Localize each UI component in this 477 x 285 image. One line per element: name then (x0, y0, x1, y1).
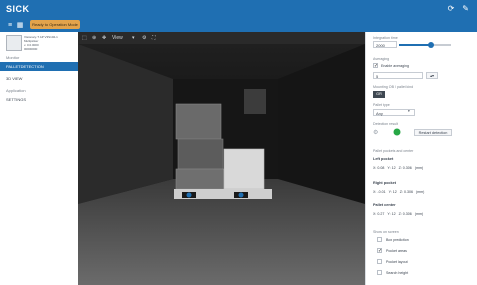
pallet-center-x: X: 0.27 (373, 212, 385, 216)
left-pocket-title: Left pocket (373, 157, 394, 161)
enable-averaging-checkbox[interactable]: ✓ (373, 63, 378, 69)
averaging-label: Averaging (373, 57, 390, 61)
gear-icon[interactable]: ⚙ (373, 129, 378, 136)
enable-averaging-label: Enable averaging (381, 64, 409, 68)
pallet-center-z: Z: 0.306 (398, 212, 412, 216)
pocket-areas-label: Pocket areas (386, 249, 407, 253)
mounting-label: Mounting OB / pallet kind (373, 85, 414, 89)
pallet-center-unit: (mm) (414, 212, 424, 216)
pocket-label: Pallet pockets and center (373, 149, 414, 153)
sick-logo: SICK (6, 4, 30, 14)
settings-icon[interactable]: ⚙ (142, 35, 146, 41)
pallet-center-title: Pallet center (373, 203, 396, 207)
grid-icon[interactable]: ▦ (16, 22, 24, 30)
pocket-layout-checkbox[interactable] (377, 259, 382, 264)
integration-label: Integration time (373, 36, 398, 40)
move-icon[interactable]: ✥ (102, 35, 106, 41)
camera-toolbar: ⬚ ⊕ ✥ View ▾ ⚙ ⛶ (78, 32, 365, 44)
chevron-down-icon[interactable]: ▾ (408, 109, 410, 113)
camera-view[interactable]: ⬚ ⊕ ✥ View ▾ ⚙ ⛶ (78, 32, 365, 285)
device-info: Visionary-T AP V3S102-1 Multipicker v. 0… (6, 35, 72, 51)
ready-mode-button[interactable]: Ready to Operation Mode (30, 20, 80, 29)
left-pocket-y: Y: 12 (387, 166, 396, 170)
nav-settings[interactable]: SETTINGS (0, 95, 78, 104)
left-pocket-x: X: 0.08 (373, 166, 385, 170)
select-icon[interactable]: ⬚ (82, 35, 87, 41)
left-pocket-z: Z: 0.306 (398, 166, 412, 170)
edit-icon[interactable]: ✎ (462, 5, 469, 13)
averaging-stepper[interactable]: ▴▾ (426, 72, 438, 79)
right-pocket-z: Z: 0.306 (399, 190, 413, 194)
right-pocket-title: Right pocket (373, 181, 396, 185)
pallet-center-coords: X: 0.27 Y: 12 Z: 0.306 (mm) (373, 212, 423, 216)
pallet-center-y: Y: 12 (387, 212, 396, 216)
show-label: Show on screen (373, 230, 399, 234)
chevron-down-icon[interactable]: ▾ (132, 35, 135, 41)
left-pocket-coords: X: 0.08 Y: 12 Z: 0.306 (mm) (373, 166, 423, 170)
mounting-value[interactable]: GR (373, 91, 385, 98)
pocket-layout-label: Pocket layout (386, 260, 408, 264)
nav-3d-view[interactable]: 3D VIEW (0, 74, 78, 83)
top-icons: ⟳ ✎ (448, 5, 469, 13)
device-image (6, 35, 22, 51)
view-dropdown[interactable]: View (112, 35, 123, 41)
integration-input[interactable]: 2000 (373, 41, 397, 48)
detection-label: Detection result (373, 122, 398, 126)
pallet-type-label: Pallet type (373, 103, 390, 107)
status-led-icon (393, 128, 401, 136)
right-pocket-unit: (mm) (415, 190, 425, 194)
integration-slider-knob[interactable] (428, 42, 434, 48)
pocket-areas-checkbox[interactable]: ✓ (377, 248, 382, 254)
section-application: Application (6, 88, 26, 93)
top-bar (0, 0, 477, 20)
nav-palletdetection[interactable]: PALLETDETECTION (0, 62, 78, 71)
zoom-icon[interactable]: ⊕ (92, 35, 96, 41)
search-height-checkbox[interactable] (377, 270, 382, 275)
restart-detection-button[interactable]: Restart detection (414, 129, 452, 136)
integration-slider-fill (399, 44, 431, 46)
search-height-label: Search height (386, 271, 409, 275)
refresh-icon[interactable]: ⟳ (448, 5, 455, 13)
box-prediction-checkbox[interactable] (377, 237, 382, 242)
box-prediction-label: Box prediction (386, 238, 409, 242)
device-line4: 00000000 (24, 47, 38, 51)
fullscreen-icon[interactable]: ⛶ (152, 35, 156, 41)
averaging-input[interactable]: 5 (373, 72, 423, 79)
camera-image (78, 44, 365, 285)
left-pocket-unit: (mm) (414, 166, 424, 170)
right-pocket-coords: X: -0.01 Y: 12 Z: 0.306 (mm) (373, 190, 424, 194)
menu-icon[interactable]: ≡ (6, 22, 14, 30)
right-pocket-x: X: -0.01 (373, 190, 386, 194)
right-pocket-y: Y: 12 (388, 190, 397, 194)
section-monitor: Monitor (6, 55, 20, 60)
